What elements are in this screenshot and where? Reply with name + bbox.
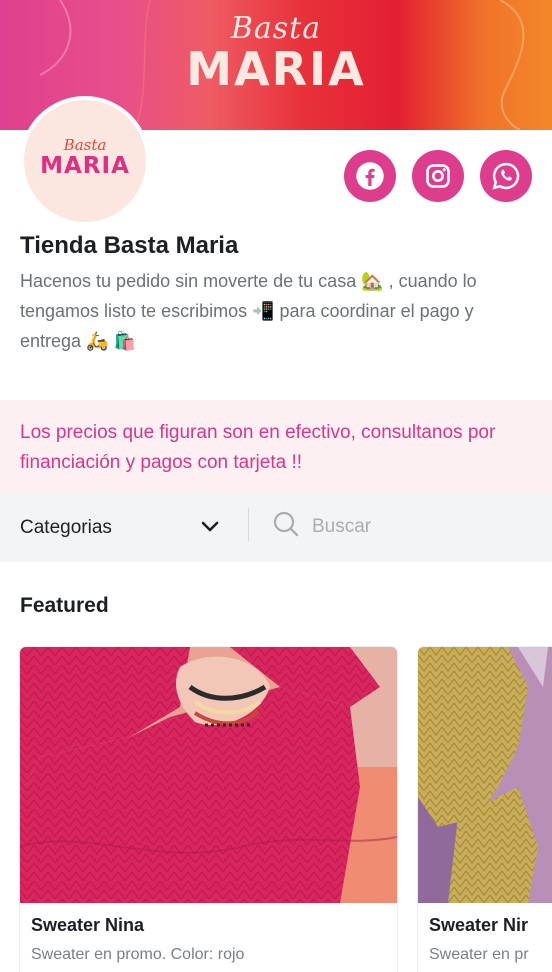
product-image[interactable] [418,647,552,903]
instagram-icon [426,164,450,188]
instagram-button[interactable] [412,150,464,202]
facebook-button[interactable] [344,150,396,202]
filter-bar: Categorias [0,494,552,562]
store-description: Hacenos tu pedido sin moverte de tu casa… [20,271,477,351]
product-card[interactable]: Sweater Nina Sweater en promo. Color: ro… [20,647,397,972]
product-title[interactable]: Sweater Nina [31,915,144,936]
search-icon [273,511,299,537]
banner-logo: Basta MARIA [0,11,552,96]
payment-notice-text: Los precios que figuran son en efectivo,… [20,422,496,473]
filter-divider [248,508,249,542]
whatsapp-button[interactable] [480,150,532,202]
banner-logo-maria: MARIA [186,42,366,96]
sweater-photo [20,647,397,903]
avatar-logo: Basta MARIA [24,100,146,222]
product-image[interactable] [20,647,397,903]
banner-logo-basta: Basta [230,11,322,46]
categories-dropdown-label[interactable]: Categorias [20,517,112,539]
facebook-icon [356,162,384,190]
avatar-logo-basta: Basta [63,136,107,154]
product-subtitle: Sweater en pr [429,946,529,963]
chevron-down-icon[interactable] [200,520,220,534]
store-avatar: Basta MARIA [20,96,150,226]
avatar-logo-maria: MARIA [40,153,130,179]
product-card[interactable]: Sweater Nir Sweater en pr [418,647,552,972]
featured-heading: Featured [20,594,109,617]
whatsapp-icon [492,162,520,190]
payment-notice: Los precios que figuran son en efectivo,… [0,400,552,494]
product-title[interactable]: Sweater Nir [429,915,528,936]
sweater-photo [418,647,552,903]
store-name: Tienda Basta Maria [20,232,239,259]
search-input[interactable] [312,512,532,542]
product-subtitle: Sweater en promo. Color: rojo [31,946,245,963]
